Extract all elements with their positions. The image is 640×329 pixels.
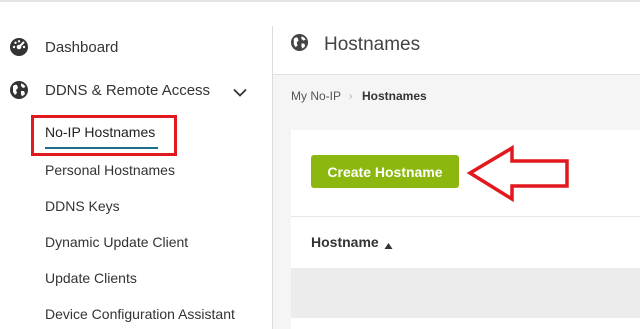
globe-icon — [8, 79, 30, 101]
sort-up-icon[interactable] — [384, 237, 393, 249]
sidebar-item-dashboard-label: Dashboard — [45, 38, 119, 56]
globe-icon — [290, 33, 309, 52]
sidebar-item-ddns-label: DDNS & Remote Access — [45, 81, 211, 99]
sidebar-item-update-clients[interactable]: Update Clients — [45, 270, 137, 286]
sidebar-item-dashboard[interactable]: Dashboard — [8, 33, 118, 61]
sidebar-item-dynamic-update-client[interactable]: Dynamic Update Client — [45, 234, 188, 250]
sidebar-item-ddns-keys[interactable]: DDNS Keys — [45, 198, 120, 214]
breadcrumb-current: Hostnames — [362, 89, 427, 103]
sidebar-item-device-configuration-assistant[interactable]: Device Configuration Assistant — [45, 306, 235, 322]
sidebar-item-ddns[interactable]: DDNS & Remote Access — [8, 76, 210, 104]
breadcrumb-home-link[interactable]: My No-IP — [291, 89, 341, 103]
create-hostname-button[interactable]: Create Hostname — [311, 155, 459, 188]
annotation-highlight-box — [31, 115, 177, 156]
page-title: Hostnames — [324, 34, 421, 55]
dashboard-gauge-icon — [8, 36, 30, 58]
chevron-down-icon[interactable] — [232, 84, 248, 100]
hostname-column-header[interactable]: Hostname — [311, 234, 379, 250]
annotation-arrow — [466, 144, 569, 203]
breadcrumb-separator: › — [349, 91, 353, 102]
table-row — [291, 268, 640, 318]
sidebar-item-personal-hostnames[interactable]: Personal Hostnames — [45, 162, 175, 178]
